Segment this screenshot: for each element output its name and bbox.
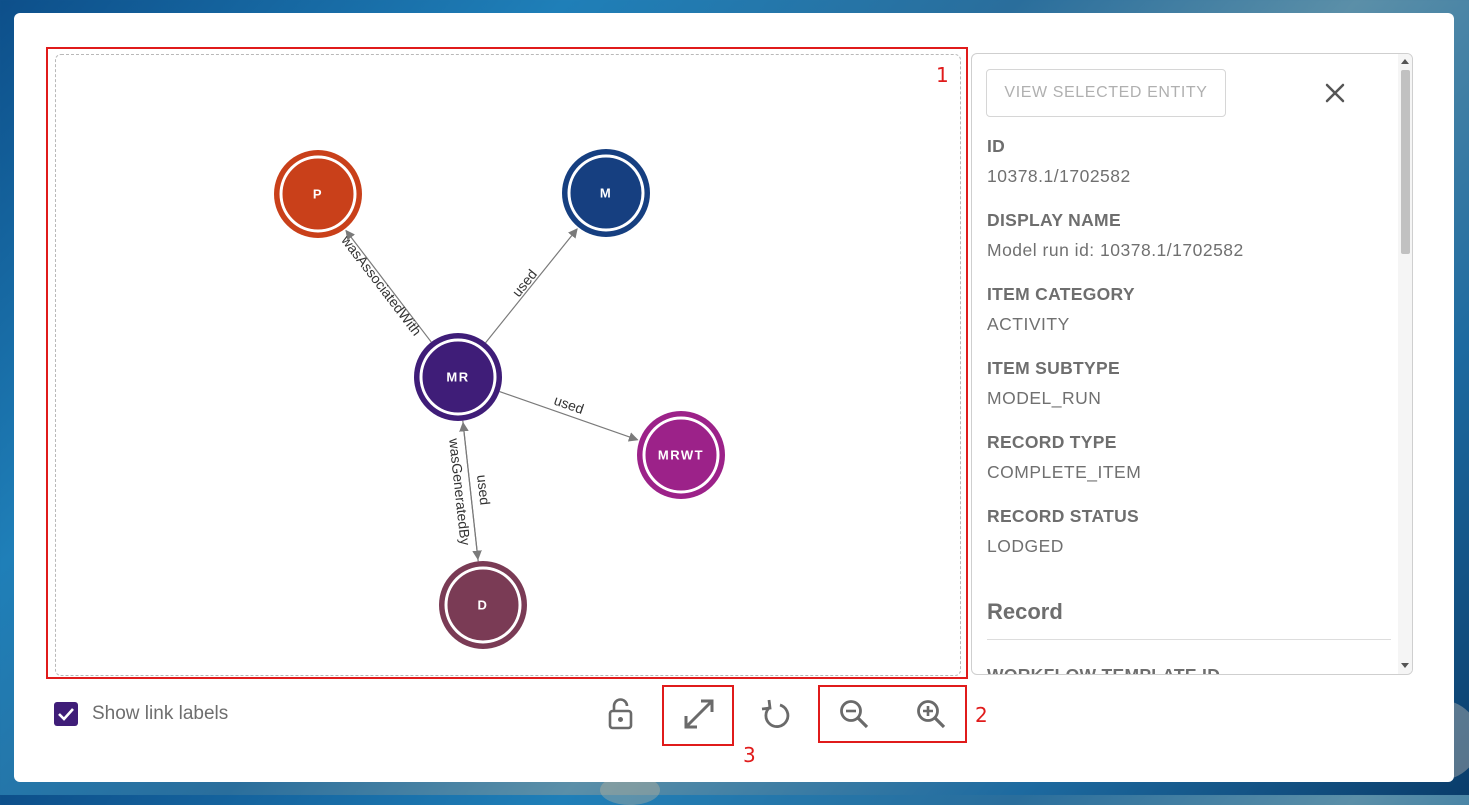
zoom-out-icon[interactable]: [834, 694, 874, 734]
record-section-heading: Record: [987, 599, 1063, 624]
highlight-label: 2: [975, 703, 988, 727]
provenance-graph[interactable]: wasAssociatedWith usedusedusedwasGenerate…: [56, 55, 960, 675]
edge-label: wasAssociatedWith: [338, 232, 425, 339]
edge-label: used: [552, 392, 586, 417]
lock-open-icon[interactable]: [601, 695, 641, 735]
field-label: RECORD STATUS: [987, 506, 1140, 526]
scroll-down-arrow-icon[interactable]: [1401, 663, 1409, 668]
field-label: RECORD TYPE: [987, 432, 1117, 452]
entity-details-panel[interactable]: VIEW SELECTED ENTITY ID 10378.1/1702582 DI…: [971, 53, 1413, 675]
node-label: P: [313, 186, 323, 201]
field-value: MODEL_RUN: [987, 388, 1102, 408]
node-label: MRWT: [658, 447, 704, 462]
check-icon: [58, 708, 74, 721]
field-value: Model run id: 10378.1/1702582: [987, 240, 1244, 260]
field-value: 10378.1/1702582: [987, 166, 1131, 186]
field-label: WORKFLOW TEMPLATE ID: [987, 665, 1221, 675]
close-icon[interactable]: [1324, 82, 1346, 104]
edge-label: used: [509, 266, 540, 300]
field-label: ID: [987, 136, 1006, 156]
graph-canvas[interactable]: wasAssociatedWith used used used wasGenerate…: [55, 54, 961, 676]
field-value: LODGED: [987, 536, 1064, 556]
graph-node-d[interactable]: D: [439, 561, 527, 649]
reset-rotate-icon[interactable]: [756, 695, 796, 735]
edge-label: wasGeneratedBy: [446, 437, 474, 547]
zoom-in-icon[interactable]: [911, 694, 951, 734]
entity-fields: ID 10378.1/1702582 DISPLAY NAME Model run i…: [987, 136, 1391, 580]
field-label: ITEM CATEGORY: [987, 284, 1135, 304]
show-link-labels-checkbox[interactable]: [54, 702, 78, 726]
scrollbar[interactable]: [1398, 54, 1412, 674]
node-label: D: [478, 597, 489, 612]
highlight-label: 1: [936, 63, 949, 87]
field-value: COMPLETE_ITEM: [987, 462, 1142, 482]
graph-node-p[interactable]: P: [274, 150, 362, 238]
fit-expand-icon[interactable]: [679, 694, 719, 734]
provenance-dialog: wasAssociatedWith used used used wasGenerate…: [14, 13, 1454, 782]
divider: [987, 639, 1391, 640]
show-link-labels-label[interactable]: Show link labels: [92, 703, 228, 725]
graph-node-mr[interactable]: MR: [414, 333, 502, 421]
scrollbar-thumb[interactable]: [1401, 70, 1410, 254]
view-selected-entity-button[interactable]: VIEW SELECTED ENTITY: [986, 69, 1226, 117]
field-label: ITEM SUBTYPE: [987, 358, 1120, 378]
field-value: ACTIVITY: [987, 314, 1070, 334]
graph-node-mrwt[interactable]: MRWT: [637, 411, 725, 499]
highlight-label: 3: [743, 743, 756, 767]
node-label: MR: [446, 369, 469, 384]
edge-label: used: [474, 474, 493, 506]
graph-node-m[interactable]: M: [562, 149, 650, 237]
field-label: DISPLAY NAME: [987, 210, 1121, 230]
node-label: M: [600, 185, 612, 200]
scroll-up-arrow-icon[interactable]: [1401, 59, 1409, 64]
